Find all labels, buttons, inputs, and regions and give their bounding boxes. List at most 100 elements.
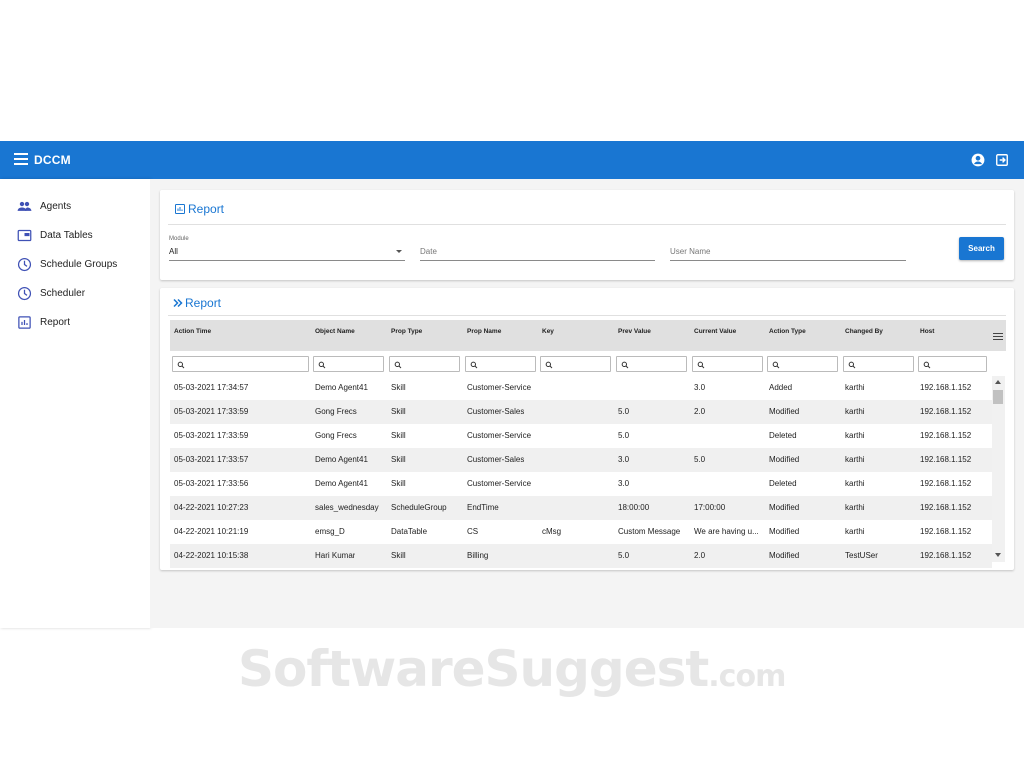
table-cell: Modified [769,407,800,416]
search-icon [772,361,780,369]
sidebar-item-report[interactable]: Report [0,310,150,334]
table-cell: Customer-Service [467,383,532,392]
table-cell: Demo Agent41 [315,479,368,488]
column-header-changed-by[interactable]: Changed By [845,328,883,335]
column-filter-input[interactable] [918,356,987,372]
results-card-title: Report [172,296,221,310]
search-icon [318,361,326,369]
table-row[interactable] [170,496,992,520]
table-row[interactable] [170,376,992,400]
column-header-current-value[interactable]: Current Value [694,328,736,335]
table-row[interactable] [170,472,992,496]
table-cell: CS [467,527,479,536]
column-filter-input[interactable] [313,356,384,372]
table-cell: Modified [769,527,800,536]
scroll-up-icon[interactable] [995,380,1001,384]
table-cell: karthi [845,431,865,440]
filter-card-title: Report [174,202,224,216]
table-cell: Deleted [769,431,797,440]
table-cell: karthi [845,407,865,416]
column-header-prop-name[interactable]: Prop Name [467,328,501,335]
column-header-object-name[interactable]: Object Name [315,328,355,335]
sidebar-item-schedule-groups[interactable]: Schedule Groups [0,252,150,276]
table-cell: 5.0 [618,407,630,416]
column-filter-input[interactable] [767,356,838,372]
username-field[interactable]: User Name [670,247,710,256]
people-icon [17,201,32,211]
scrollbar-thumb[interactable] [993,390,1003,404]
table-cell: TestUSer [845,551,878,560]
table-cell: Customer-Sales [467,407,525,416]
table-cell: 192.168.1.152 [920,527,972,536]
sidebar-item-scheduler[interactable]: Scheduler [0,281,150,305]
table-row[interactable] [170,400,992,424]
table-cell: 192.168.1.152 [920,383,972,392]
table-cell: sales_wednesday [315,503,379,512]
table-header [170,320,1006,351]
folder-icon [17,229,32,241]
table-cell: Customer-Sales [467,455,525,464]
column-header-host[interactable]: Host [920,328,934,335]
clock-icon [17,286,32,300]
column-filter-input[interactable] [843,356,914,372]
column-filter-input[interactable] [540,356,611,372]
column-filter-input[interactable] [389,356,460,372]
table-cell: 192.168.1.152 [920,407,972,416]
search-button[interactable]: Search [959,237,1004,260]
column-filter-input[interactable] [616,356,687,372]
menu-icon[interactable] [14,153,28,167]
table-cell: Billing [467,551,489,560]
search-icon [545,361,553,369]
chevron-down-icon[interactable] [396,250,402,253]
table-cell: 05-03-2021 17:33:59 [174,431,249,440]
column-filter-input[interactable] [692,356,763,372]
double-chevron-right-icon [173,298,183,308]
table-cell: Modified [769,455,800,464]
logout-icon[interactable] [995,153,1009,167]
table-cell: 05-03-2021 17:33:57 [174,455,249,464]
app-title: DCCM [34,153,71,167]
filter-card-title-text: Report [188,202,225,216]
search-icon [470,361,478,369]
column-header-action-type[interactable]: Action Type [769,328,806,335]
date-field[interactable]: Date [420,247,437,256]
table-cell: Customer-Service [467,479,532,488]
column-menu-icon[interactable] [993,333,1003,341]
app-bar: DCCM [0,141,1024,179]
module-select[interactable]: All [169,247,178,256]
account-icon[interactable] [971,153,985,167]
table-cell: Skill [391,431,406,440]
table-row[interactable] [170,520,992,544]
table-cell: cMsg [542,527,562,536]
column-header-key[interactable]: Key [542,328,554,335]
table-row[interactable] [170,448,992,472]
column-filter-input[interactable] [172,356,309,372]
table-cell: 04-22-2021 10:15:38 [174,551,249,560]
search-icon [621,361,629,369]
search-icon [177,361,185,369]
module-label: Module [169,236,189,242]
watermark: SoftwareSuggest.com [238,640,786,698]
table-row[interactable] [170,424,992,448]
column-filter-input[interactable] [465,356,536,372]
column-header-prev-value[interactable]: Prev Value [618,328,651,335]
table-cell: 18:00:00 [618,503,650,512]
table-cell: karthi [845,527,865,536]
table-cell: Modified [769,503,800,512]
watermark-suffix: .com [708,659,786,694]
sidebar-item-agents[interactable]: Agents [0,194,150,218]
table-cell: 04-22-2021 10:21:19 [174,527,249,536]
sidebar-item-label: Scheduler [40,287,86,299]
table-cell: 5.0 [618,431,630,440]
table-cell: 05-03-2021 17:33:59 [174,407,249,416]
table-cell: Demo Agent41 [315,455,368,464]
table-cell: karthi [845,383,865,392]
column-header-prop-type[interactable]: Prop Type [391,328,422,335]
scroll-down-icon[interactable] [995,553,1001,557]
sidebar-item-label: Report [40,316,71,328]
search-icon [697,361,705,369]
table-cell: Demo Agent41 [315,383,368,392]
sidebar-item-data-tables[interactable]: Data Tables [0,223,150,247]
table-cell: 3.0 [618,479,630,488]
column-header-action-time[interactable]: Action Time [174,328,211,335]
